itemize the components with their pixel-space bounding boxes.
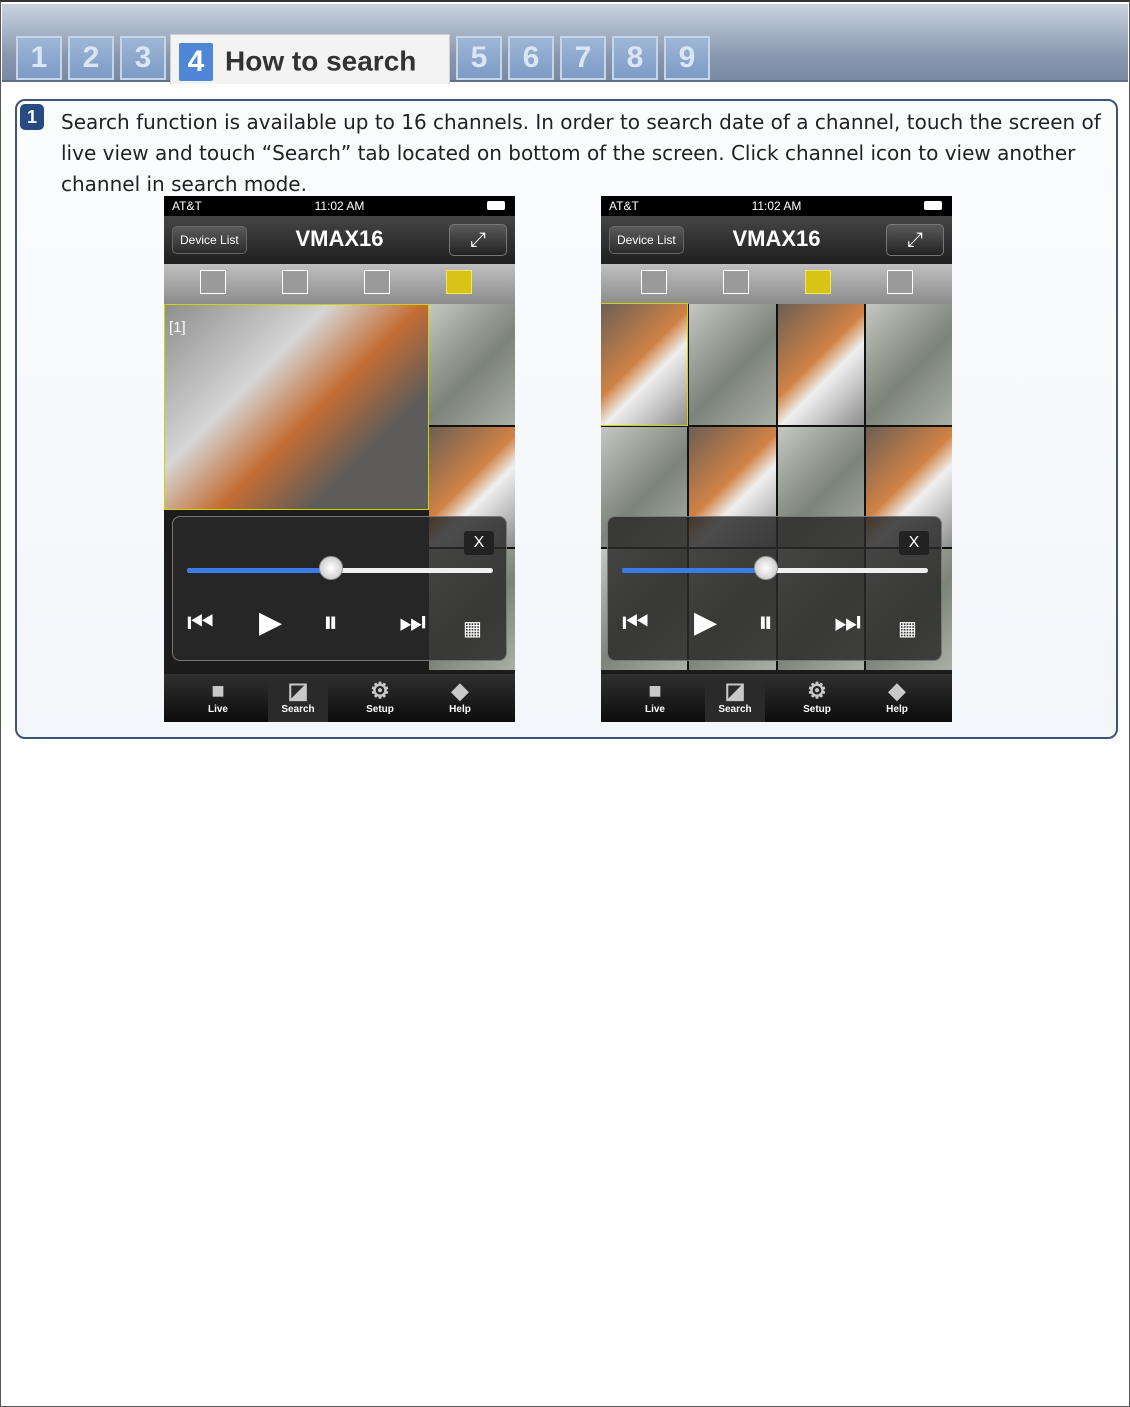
- playback-buttons: ⏮ ▶ ⏸ ⏭ ▦: [173, 605, 506, 641]
- layout-3x3-icon[interactable]: [641, 270, 667, 294]
- tab-live-label: Live: [644, 704, 665, 715]
- camera-thumbnail[interactable]: [429, 304, 515, 425]
- status-time: 11:02 AM: [751, 199, 802, 213]
- tab-setup[interactable]: ⚙ Setup: [787, 678, 847, 715]
- layout-1plus5-icon[interactable]: [723, 270, 749, 294]
- layout-4x4-icon[interactable]: [805, 270, 831, 294]
- tab-4-active[interactable]: 4 How to search: [170, 34, 450, 84]
- playback-buttons: ⏮ ▶ ⏸ ⏭ ▦: [608, 605, 941, 641]
- tab-help[interactable]: ◆ Help: [867, 678, 927, 715]
- expand-icon[interactable]: ⤢: [449, 224, 507, 256]
- layout-3x3-icon[interactable]: [364, 270, 390, 294]
- tab-9[interactable]: 9: [664, 36, 710, 80]
- playback-control-panel: X ⏮ ▶ ⏸ ⏭ ▦: [172, 516, 507, 661]
- close-button[interactable]: X: [899, 531, 929, 555]
- tab-setup[interactable]: ⚙ Setup: [350, 678, 410, 715]
- layout-toolbar: [601, 264, 952, 304]
- gear-icon: ⚙: [807, 678, 827, 703]
- layout-1x1-icon[interactable]: [200, 270, 226, 294]
- pause-icon[interactable]: ⏸: [758, 605, 773, 641]
- playback-control-panel: X ⏮ ▶ ⏸ ⏭ ▦: [607, 516, 942, 661]
- tab-help-label: Help: [449, 704, 471, 715]
- search-icon: ◪: [287, 678, 309, 703]
- skip-back-icon[interactable]: ⏮: [622, 605, 649, 641]
- tab-setup-label: Setup: [803, 704, 831, 715]
- nav-bar: Device List VMAX16 ⤢: [601, 216, 952, 264]
- tab-6[interactable]: 6: [508, 36, 554, 80]
- battery-icon: [487, 201, 505, 210]
- tab-2[interactable]: 2: [68, 36, 114, 80]
- slider-fill: [187, 568, 331, 573]
- layout-1plus5-icon[interactable]: [446, 270, 472, 294]
- calendar-icon[interactable]: ▦: [898, 611, 917, 647]
- tab-help[interactable]: ◆ Help: [430, 678, 490, 715]
- camera-icon: ■: [211, 678, 225, 703]
- tab-4-title: How to search: [225, 45, 417, 77]
- camera-icon: ■: [648, 678, 662, 703]
- tab-4-number: 4: [179, 42, 213, 81]
- camera-thumbnail[interactable]: [777, 304, 864, 425]
- step-description: Search function is available up to 16 ch…: [61, 110, 1101, 196]
- slider-knob[interactable]: [318, 556, 343, 580]
- tab-5[interactable]: 5: [456, 36, 502, 80]
- tab-8[interactable]: 8: [612, 36, 658, 80]
- slider-knob[interactable]: [753, 556, 778, 580]
- status-bar: AT&T 11:02 AM: [601, 196, 952, 216]
- slider-fill: [622, 568, 766, 573]
- tab-1[interactable]: 1: [16, 36, 62, 80]
- tab-live[interactable]: ■ Live: [188, 678, 248, 715]
- play-icon[interactable]: ▶: [694, 605, 717, 641]
- tab-3[interactable]: 3: [120, 36, 166, 80]
- search-icon: ◪: [724, 678, 746, 703]
- camera-thumbnail[interactable]: [601, 303, 689, 426]
- tab-search-label: Search: [718, 704, 752, 715]
- camera-thumbnail[interactable]: [689, 304, 776, 425]
- phone-screenshot-single-view: AT&T 11:02 AM Device List VMAX16 ⤢ [1] X…: [164, 196, 515, 722]
- expand-icon[interactable]: ⤢: [886, 224, 944, 256]
- camera-thumbnail[interactable]: [865, 304, 952, 425]
- pause-icon[interactable]: ⏸: [323, 605, 338, 641]
- step-number-badge: 1: [20, 104, 44, 130]
- layout-2x2-icon[interactable]: [282, 270, 308, 294]
- tab-search[interactable]: ◪ Search: [705, 678, 765, 722]
- bottom-tab-bar: ■ Live ◪ Search ⚙ Setup ◆ Help: [601, 674, 952, 722]
- tab-7[interactable]: 7: [560, 36, 606, 80]
- tab-live-label: Live: [207, 704, 228, 715]
- tab-search[interactable]: ◪ Search: [268, 678, 328, 722]
- main-camera-view[interactable]: [1]: [164, 304, 429, 510]
- tab-search-label: Search: [281, 704, 315, 715]
- calendar-icon[interactable]: ▦: [463, 611, 482, 647]
- tab-live[interactable]: ■ Live: [625, 678, 685, 715]
- status-time: 11:02 AM: [314, 199, 365, 213]
- close-button[interactable]: X: [464, 531, 494, 555]
- status-bar: AT&T 11:02 AM: [164, 196, 515, 216]
- phone-screenshot-grid-view: AT&T 11:02 AM Device List VMAX16 ⤢ X ⏮ ▶: [601, 196, 952, 722]
- skip-forward-icon[interactable]: ⏭: [399, 605, 426, 641]
- channel-label: [1]: [169, 319, 186, 336]
- skip-back-icon[interactable]: ⏮: [187, 605, 214, 641]
- layout-toolbar: [164, 264, 515, 304]
- nav-bar: Device List VMAX16 ⤢: [164, 216, 515, 264]
- skip-forward-icon[interactable]: ⏭: [834, 605, 861, 641]
- tab-help-label: Help: [886, 704, 908, 715]
- layout-2x2-icon[interactable]: [887, 270, 913, 294]
- bottom-tab-bar: ■ Live ◪ Search ⚙ Setup ◆ Help: [164, 674, 515, 722]
- play-icon[interactable]: ▶: [259, 605, 282, 641]
- tab-setup-label: Setup: [366, 704, 394, 715]
- help-icon: ◆: [888, 678, 906, 703]
- help-icon: ◆: [451, 678, 469, 703]
- battery-icon: [924, 201, 942, 210]
- tab-bar: 1 2 3 4 How to search 5 6 7 8 9: [2, 4, 1128, 84]
- gear-icon: ⚙: [370, 678, 390, 703]
